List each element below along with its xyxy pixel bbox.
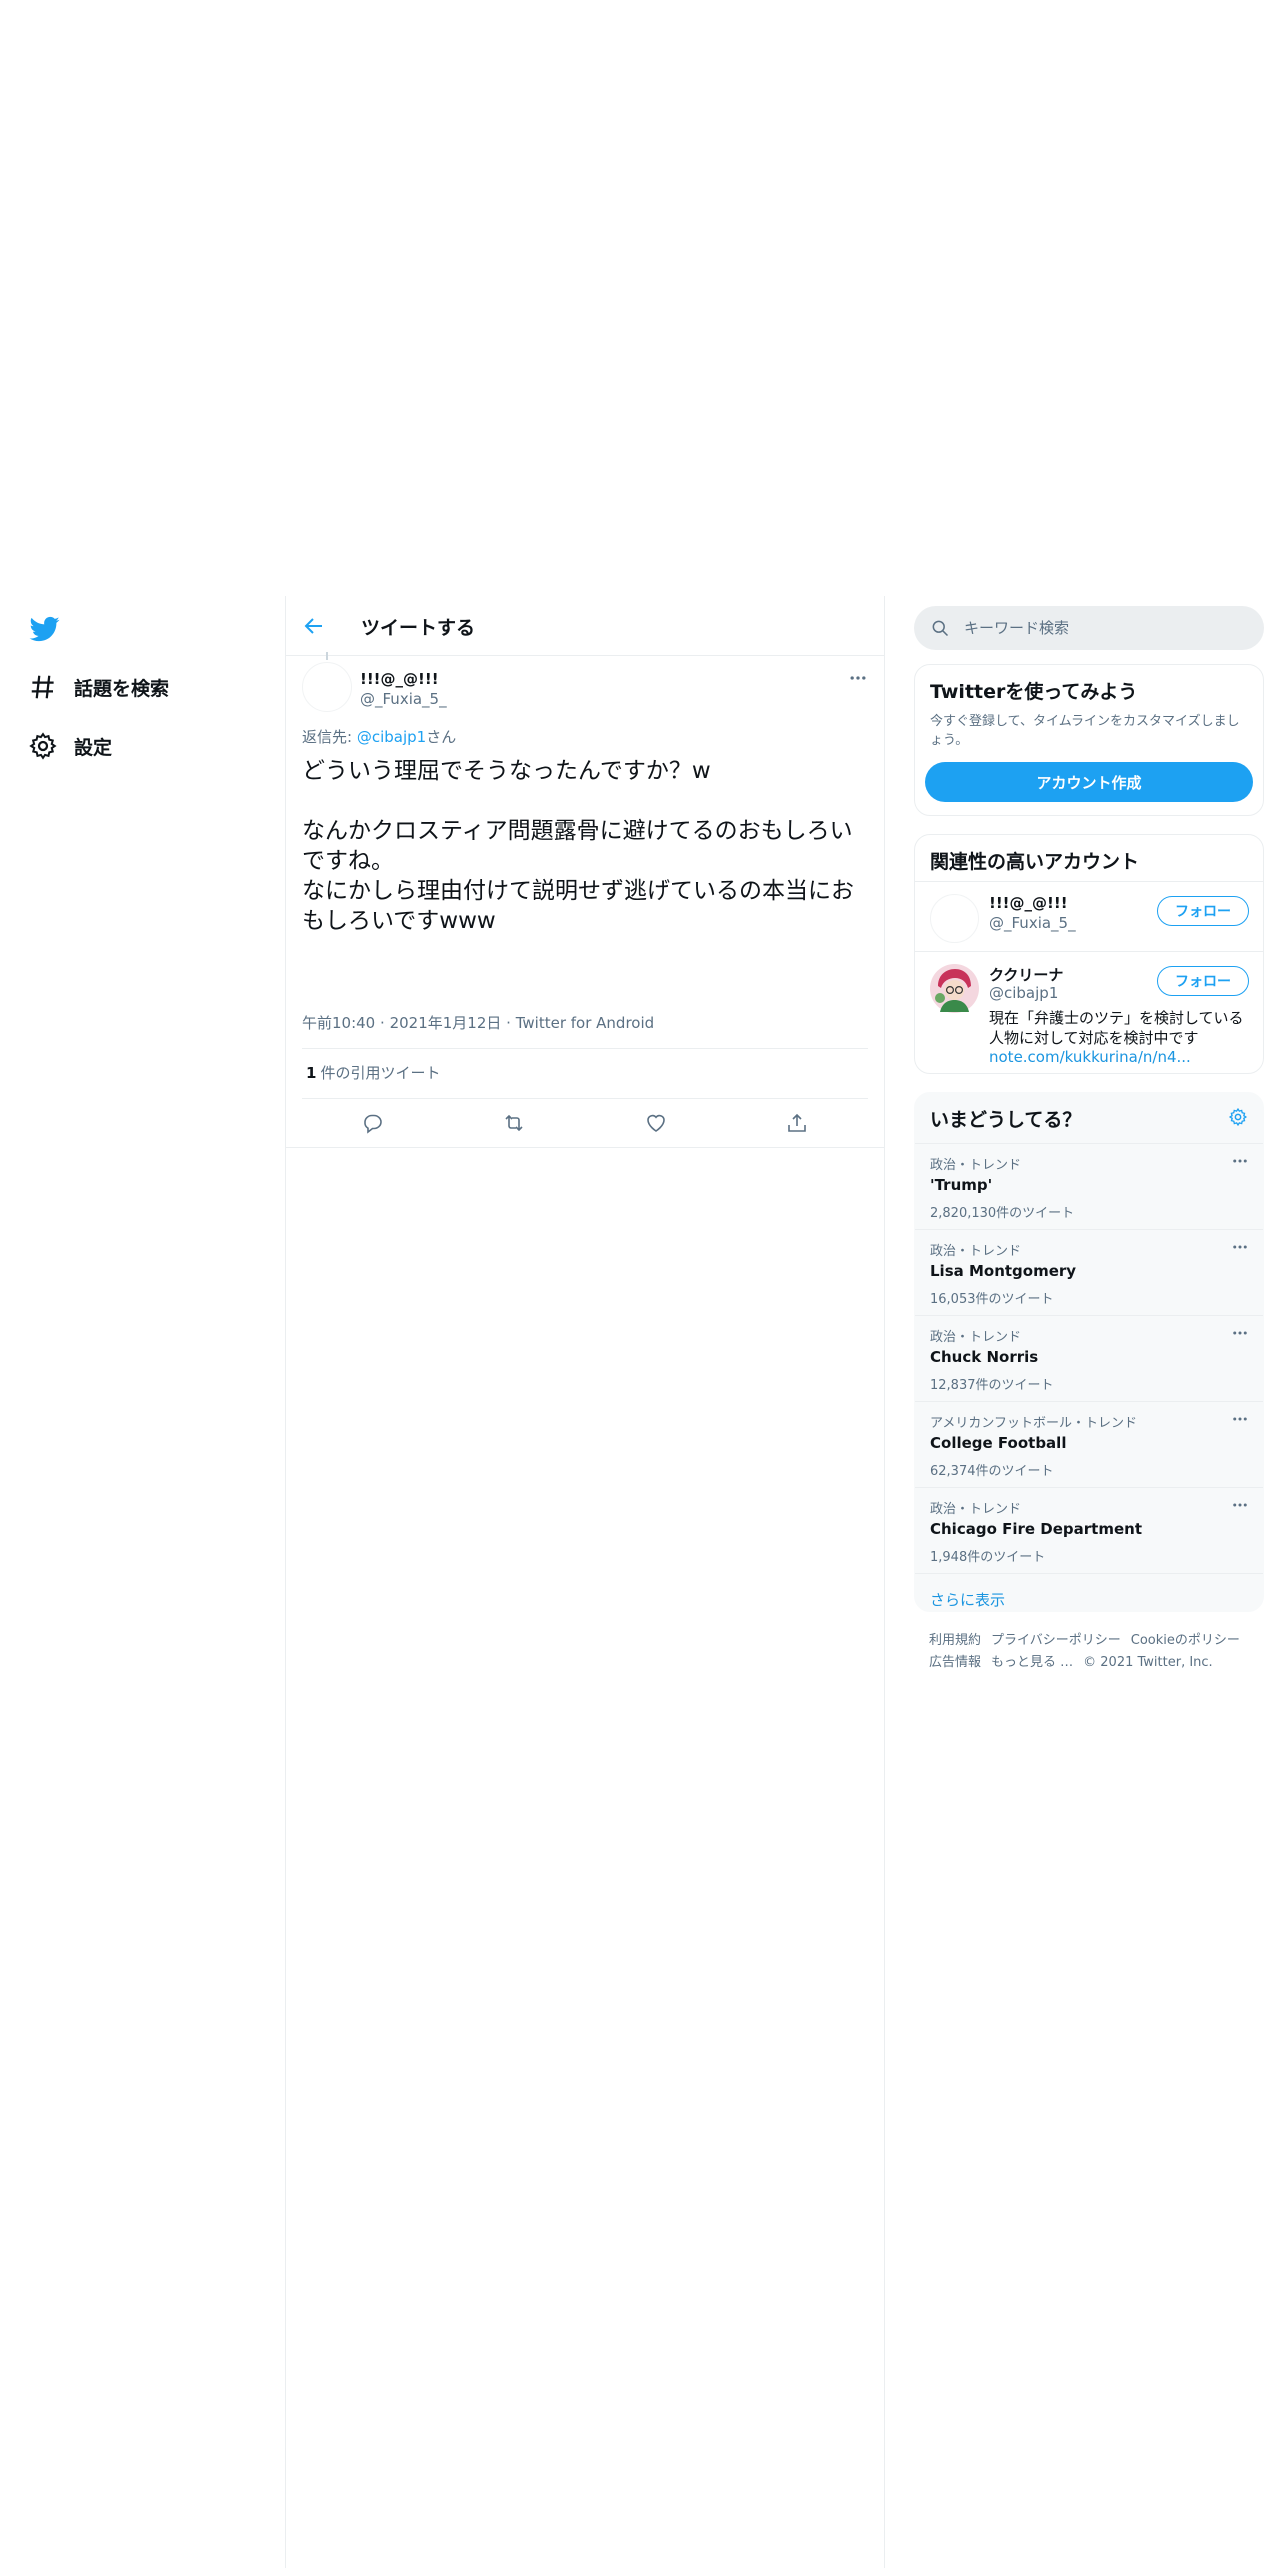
trend-item[interactable]: 政治・トレンド 'Trump' 2,820,130件のツイート — [915, 1143, 1263, 1229]
more-options-icon[interactable] — [1231, 1152, 1249, 1170]
trend-item[interactable]: 政治・トレンド Chicago Fire Department 1,948件のツ… — [915, 1487, 1263, 1573]
left-nav: 話題を検索 設定 — [0, 596, 285, 2568]
trend-context: 政治・トレンド — [930, 1502, 1022, 1517]
trend-context: アメリカンフットボール・トレンド — [930, 1416, 1137, 1431]
tweet-source[interactable]: Twitter for Android — [516, 1014, 654, 1032]
account-row[interactable]: ククリーナ @cibajp1 現在「弁護士のツテ」を検討している人物に対して対応… — [915, 951, 1263, 1073]
signup-card: Twitterを使ってみよう 今すぐ登録して、タイムラインをカスタマイズしましょ… — [914, 664, 1264, 816]
back-arrow-icon[interactable] — [302, 614, 326, 638]
search-box[interactable] — [914, 606, 1264, 650]
divider — [302, 1048, 868, 1049]
main-header: ツイートする — [286, 596, 884, 656]
like-heart-icon[interactable] — [644, 1111, 668, 1135]
nav-item-label: 設定 — [74, 736, 113, 759]
gear-icon[interactable] — [1228, 1107, 1248, 1127]
nav-item-settings[interactable]: 設定 — [28, 726, 112, 766]
footer-more-link[interactable]: もっと見る … — [991, 1655, 1073, 1670]
quote-count: 1 — [306, 1064, 317, 1082]
trend-count: 62,374件のツイート — [930, 1464, 1054, 1479]
avatar[interactable] — [930, 964, 979, 1013]
trend-name: Chuck Norris — [930, 1348, 1039, 1366]
avatar[interactable] — [302, 662, 352, 712]
account-row[interactable]: !!!@_@!!! @_Fuxia_5_ フォロー — [915, 881, 1263, 951]
tweet-author-name[interactable]: !!!@_@!!! — [360, 670, 439, 688]
footer-link[interactable]: 広告情報 — [929, 1655, 981, 1670]
trend-count: 16,053件のツイート — [930, 1292, 1054, 1307]
trend-count: 12,837件のツイート — [930, 1378, 1054, 1393]
signup-description: 今すぐ登録して、タイムラインをカスタマイズしましょう。 — [930, 714, 1240, 748]
meta-separator: · — [506, 1014, 511, 1032]
footer-link[interactable]: プライバシーポリシー — [991, 1633, 1121, 1648]
search-icon — [930, 618, 950, 638]
trends-card: いまどうしてる？ 政治・トレンド 'Trump' 2,820,130件のツイート… — [914, 1092, 1264, 1612]
trends-title: いまどうしてる？ — [930, 1109, 1082, 1131]
show-more-link[interactable]: さらに表示 — [915, 1573, 1263, 1611]
trend-name: 'Trump' — [930, 1176, 993, 1194]
trend-item[interactable]: 政治・トレンド Chuck Norris 12,837件のツイート — [915, 1315, 1263, 1401]
related-accounts-card: 関連性の高いアカウント !!!@_@!!! @_Fuxia_5_ フォロー クク… — [914, 834, 1264, 1074]
tweet-text: どういう理屈でそうなったんですか？w なんかクロスティア問題露骨に避けてるのおも… — [302, 758, 854, 934]
trend-context: 政治・トレンド — [930, 1158, 1022, 1173]
related-accounts-title: 関連性の高いアカウント — [930, 851, 1140, 873]
account-name: !!!@_@!!! — [989, 894, 1068, 912]
trend-count: 2,820,130件のツイート — [930, 1206, 1075, 1221]
main-column: ツイートする !!!@_@!!! @_Fuxia_5_ 返信先: @cibajp… — [285, 596, 885, 2568]
account-bio: 現在「弁護士のツテ」を検討している人物に対して対応を検討中です — [989, 1009, 1244, 1047]
tweet-author-handle[interactable]: @_Fuxia_5_ — [360, 690, 447, 708]
tweet-date[interactable]: 2021年1月12日 — [390, 1014, 502, 1032]
account-name: ククリーナ — [989, 966, 1064, 984]
quote-label: 件の引用ツイート — [320, 1064, 441, 1082]
more-options-icon[interactable] — [1231, 1238, 1249, 1256]
trend-context: 政治・トレンド — [930, 1244, 1022, 1259]
more-options-icon[interactable] — [1231, 1496, 1249, 1514]
avatar[interactable] — [930, 894, 979, 943]
gear-icon — [28, 731, 58, 761]
quote-tweets-link[interactable]: 1 件の引用ツイート — [306, 1062, 440, 1083]
footer: 利用規約 プライバシーポリシー Cookieのポリシー 広告情報 もっと見る … © 2… — [929, 1630, 1259, 1674]
trends-header: いまどうしてる？ — [915, 1093, 1263, 1143]
page-title: ツイートする — [361, 617, 476, 639]
trend-context: 政治・トレンド — [930, 1330, 1022, 1345]
follow-button[interactable]: フォロー — [1157, 896, 1249, 926]
account-handle: @cibajp1 — [989, 984, 1059, 1002]
nav-item-explore[interactable]: 話題を検索 — [28, 667, 169, 707]
divider — [286, 1147, 884, 1148]
tweet-meta: 午前10:40 · 2021年1月12日 · Twitter for Andro… — [302, 1012, 654, 1033]
reply-prefix: 返信先: — [302, 728, 357, 746]
retweet-icon[interactable] — [502, 1111, 526, 1135]
search-input[interactable] — [964, 619, 1224, 637]
footer-link[interactable]: Cookieのポリシー — [1131, 1633, 1240, 1648]
footer-link[interactable]: 利用規約 — [929, 1633, 981, 1648]
nav-item-label: 話題を検索 — [74, 677, 170, 700]
reply-suffix: さん — [426, 728, 457, 746]
hashtag-icon — [28, 672, 58, 702]
follow-button[interactable]: フォロー — [1157, 966, 1249, 996]
reply-to-line: 返信先: @cibajp1さん — [302, 726, 456, 747]
thread-line — [326, 652, 328, 660]
trend-name: Chicago Fire Department — [930, 1520, 1142, 1538]
trend-item[interactable]: アメリカンフットボール・トレンド College Football 62,374… — [915, 1401, 1263, 1487]
trend-count: 1,948件のツイート — [930, 1550, 1046, 1565]
copyright: © 2021 Twitter, Inc. — [1083, 1655, 1213, 1670]
signup-title: Twitterを使ってみよう — [930, 681, 1138, 703]
share-icon[interactable] — [785, 1111, 809, 1135]
meta-separator: · — [380, 1014, 385, 1032]
create-account-button[interactable]: アカウント作成 — [925, 762, 1253, 802]
reply-icon[interactable] — [361, 1111, 385, 1135]
tweet-actions — [302, 1099, 868, 1147]
more-options-icon[interactable] — [1231, 1324, 1249, 1342]
tweet-time[interactable]: 午前10:40 — [302, 1014, 375, 1032]
trend-name: College Football — [930, 1434, 1067, 1452]
account-bio-link[interactable]: note.com/kukkurina/n/n4... — [989, 1048, 1191, 1066]
trend-name: Lisa Montgomery — [930, 1262, 1077, 1280]
more-options-icon[interactable] — [848, 668, 868, 688]
trend-item[interactable]: 政治・トレンド Lisa Montgomery 16,053件のツイート — [915, 1229, 1263, 1315]
more-options-icon[interactable] — [1231, 1410, 1249, 1428]
twitter-logo-icon[interactable] — [28, 614, 62, 644]
account-handle: @_Fuxia_5_ — [989, 914, 1076, 932]
reply-handle-link[interactable]: @cibajp1 — [357, 728, 426, 746]
